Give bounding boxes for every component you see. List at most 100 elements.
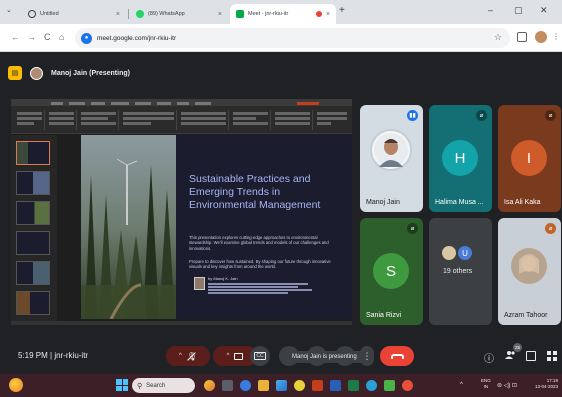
- slide-thumbnail[interactable]: [16, 141, 50, 165]
- participant-tile-isa[interactable]: I ⌀ Isa Ali Kaka: [498, 105, 561, 212]
- mic-toggle[interactable]: ^ 🎙: [166, 346, 210, 366]
- file-explorer-icon[interactable]: [258, 380, 269, 391]
- slide-intro-text: This presentation explores cutting-edge …: [189, 235, 329, 251]
- slide-thumbnail[interactable]: [16, 231, 50, 255]
- tab-title: (89) WhatsApp: [148, 11, 185, 17]
- chevron-up-icon[interactable]: ^: [179, 353, 182, 359]
- taskbar-search[interactable]: ⚲ Search: [132, 378, 195, 393]
- bookmark-star-icon[interactable]: ☆: [494, 32, 502, 43]
- minimize-button[interactable]: –: [488, 5, 493, 15]
- back-button[interactable]: ←: [11, 32, 20, 42]
- captions-button[interactable]: CC: [250, 346, 270, 366]
- meeting-time-and-code: 5:19 PM | jnr-rkiu-itr: [18, 351, 89, 360]
- site-info-icon[interactable]: ●: [81, 32, 92, 44]
- slide-thumbnail[interactable]: [16, 171, 50, 195]
- windows-taskbar: ⚲ Search ^ ENG IN ⊜ ◁) ⊡ 17:19 13-04-202…: [0, 374, 562, 397]
- participant-tile-sania[interactable]: S ⌀ Sania Rizvi: [360, 218, 423, 325]
- edge-icon[interactable]: [240, 380, 251, 391]
- powerpoint-ribbon: [11, 99, 352, 134]
- slide-thumbnail[interactable]: [16, 261, 50, 285]
- weather-icon[interactable]: [9, 378, 23, 392]
- browser-menu-icon[interactable]: ⋮: [552, 32, 560, 41]
- word-icon[interactable]: [330, 380, 341, 391]
- store-icon[interactable]: [276, 380, 287, 391]
- others-count-label: 19 others: [443, 268, 473, 275]
- participant-tile-azram[interactable]: ⌀ Azram Tahoor: [498, 218, 561, 325]
- task-view-icon[interactable]: [222, 380, 233, 391]
- tab-title: Untitled: [40, 11, 59, 17]
- close-tab-icon[interactable]: ×: [218, 11, 222, 18]
- tray-overflow-icon[interactable]: ^: [460, 382, 463, 388]
- tab-title: Meet - jnr-rkiu-itr: [248, 11, 289, 17]
- excel-icon[interactable]: [348, 380, 359, 391]
- speaking-indicator-icon: ▮▮: [407, 110, 418, 121]
- leave-call-button[interactable]: [380, 346, 414, 366]
- recording-indicator-icon: [315, 11, 322, 17]
- extensions-icon[interactable]: [517, 32, 527, 42]
- whatsapp-icon: [136, 10, 144, 18]
- participant-tile-others[interactable]: U 19 others: [429, 218, 492, 325]
- home-button[interactable]: ⌂: [59, 32, 64, 42]
- participant-name: Isa Ali Kaka: [504, 199, 541, 206]
- new-tab-button[interactable]: +: [339, 5, 345, 16]
- activities-icon[interactable]: [547, 351, 557, 364]
- tab-meet[interactable]: Meet - jnr-rkiu-itr ×: [230, 4, 336, 24]
- lang-region: IN: [483, 384, 489, 389]
- network-volume-battery-icons[interactable]: ⊜ ◁) ⊡: [497, 382, 517, 389]
- participant-name: Azram Tahoor: [504, 312, 548, 319]
- chrome-icon[interactable]: [294, 380, 305, 391]
- paint-app-icon[interactable]: [204, 380, 215, 391]
- tab-whatsapp[interactable]: (89) WhatsApp ×: [130, 4, 228, 24]
- slide-author: by Manoj K. Jain: [208, 276, 238, 281]
- tab-search-button[interactable]: ⌄: [6, 6, 12, 14]
- profile-avatar[interactable]: [535, 31, 547, 43]
- slide-thumbnails: [11, 135, 57, 321]
- presenting-header: ▤ Manoj Jain (Presenting): [8, 62, 130, 84]
- people-icon[interactable]: [505, 350, 516, 362]
- url-text: meet.google.com/jnr-rkiu-itr: [97, 34, 177, 42]
- shared-screen[interactable]: Sustainable Practices and Emerging Trend…: [11, 99, 352, 325]
- taskbar-clock[interactable]: 17:19 13-04-2023: [530, 378, 558, 390]
- address-bar[interactable]: ● meet.google.com/jnr-rkiu-itr ☆: [75, 28, 510, 48]
- close-window-button[interactable]: ✕: [540, 5, 548, 16]
- more-vert-icon[interactable]: ⋮: [363, 351, 372, 362]
- presenting-toast: Manoj Jain is presenting: [286, 351, 363, 363]
- participant-name: Manoj Jain: [366, 199, 400, 206]
- maximize-button[interactable]: ▢: [514, 5, 523, 16]
- mic-off-icon[interactable]: 🎙: [187, 352, 197, 361]
- tab-separator: [128, 9, 129, 19]
- participant-tile-manoj[interactable]: ▮▮ Manoj Jain: [360, 105, 423, 212]
- mic-off-icon: ⌀: [407, 223, 418, 234]
- manoj-photo: [374, 133, 408, 167]
- participant-name: Halima Musa ...: [435, 199, 484, 206]
- input-language[interactable]: ENG IN: [481, 378, 491, 390]
- app-icon[interactable]: [366, 380, 377, 391]
- reload-button[interactable]: C: [44, 32, 51, 42]
- browser-toolbar: ← → C ⌂ ● meet.google.com/jnr-rkiu-itr ☆…: [0, 24, 562, 52]
- app-icon[interactable]: [402, 380, 413, 391]
- close-tab-icon[interactable]: ×: [116, 11, 120, 18]
- slide-title: Sustainable Practices and Emerging Trend…: [189, 173, 321, 211]
- chevron-up-icon[interactable]: ^: [227, 353, 230, 359]
- meet-icon: [236, 10, 244, 18]
- camera-off-icon[interactable]: [234, 352, 244, 360]
- avatar-initial: U: [462, 248, 468, 258]
- participant-name: Sania Rizvi: [366, 312, 402, 319]
- participant-tile-halima[interactable]: H ⌀ Halima Musa ...: [429, 105, 492, 212]
- tab-untitled[interactable]: Untitled ×: [22, 4, 126, 24]
- whatsapp-taskbar-icon[interactable]: [384, 380, 395, 391]
- forward-button[interactable]: →: [27, 32, 36, 42]
- powerpoint-icon[interactable]: [312, 380, 323, 391]
- close-tab-icon[interactable]: ×: [326, 11, 330, 18]
- chat-icon[interactable]: [526, 351, 536, 361]
- presentation-icon: ▤: [8, 66, 22, 80]
- presenter-avatar: [30, 66, 43, 80]
- meet-controls-bar: 5:19 PM | jnr-rkiu-itr ^ 🎙 ^ CC ☺ ⊡ ✋ ⋮ …: [0, 338, 562, 374]
- start-button[interactable]: [116, 379, 128, 391]
- hang-up-icon[interactable]: [390, 353, 404, 359]
- slide-thumbnail[interactable]: [16, 201, 50, 225]
- captions-icon[interactable]: CC: [254, 352, 266, 360]
- powerpoint-status-bar: [11, 321, 352, 325]
- slide-thumbnail[interactable]: [16, 291, 50, 315]
- meeting-details-icon[interactable]: ⓘ: [484, 350, 494, 365]
